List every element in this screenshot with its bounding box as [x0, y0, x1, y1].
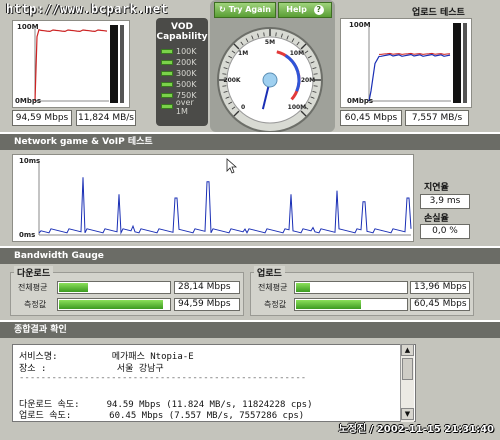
download-mbs-readout: 11,824 MB/s	[76, 110, 136, 126]
gauge-label: 10M	[290, 50, 304, 57]
vod-led	[161, 93, 173, 98]
latency-label: 지연율	[424, 183, 449, 193]
refresh-icon: ↻	[219, 5, 226, 14]
vod-item: 500K	[156, 79, 208, 90]
gauge-tick	[275, 32, 277, 37]
upload-avg-fill	[296, 283, 310, 292]
upload-avg-bar	[294, 281, 408, 294]
vod-title-line2: Capability	[156, 32, 208, 42]
upload-measured-label: 측정값	[264, 300, 287, 309]
gauge-tick	[222, 73, 227, 75]
download-measured-label: 측정값	[24, 300, 47, 309]
result-scrollbar[interactable]: ▲ ▼	[400, 344, 414, 422]
download-level-bar-edge	[120, 25, 124, 103]
gauge-hub	[262, 72, 278, 88]
result-section-header: 종합결과 확인	[0, 322, 500, 338]
download-graph: 100M 0Mbps	[12, 20, 130, 108]
help-icon: ?	[313, 5, 324, 15]
speed-gauge-panel: ↻ Try Again Help ? 0 200K 1M 5M 10M 20M 100M	[210, 0, 335, 132]
vod-led	[161, 71, 173, 76]
upload-avg-value: 13,96 Mbps	[410, 281, 470, 294]
vod-item-label: over 1M	[175, 97, 194, 116]
download-y-bottom: 0Mbps	[15, 97, 42, 105]
gauge-label: 1M	[238, 50, 248, 57]
scroll-down-button[interactable]: ▼	[401, 408, 414, 420]
download-graph-svg	[13, 21, 129, 107]
vod-led	[161, 49, 173, 54]
vod-led	[161, 60, 173, 65]
gauge-tick	[222, 85, 227, 87]
upload-avg-label: 전체평균	[258, 283, 288, 292]
loss-label: 손실율	[424, 214, 449, 224]
gauge-tick	[313, 73, 318, 75]
try-again-button[interactable]: ↻ Try Again	[214, 2, 276, 18]
upload-title: 업로드 테스트	[412, 8, 465, 18]
vod-led	[161, 104, 173, 109]
upload-measured-fill	[296, 300, 362, 309]
bandwidth-section-header: Bandwidth Gauge	[0, 248, 500, 264]
vod-item-label: 100K	[176, 47, 197, 56]
upload-mbs-readout: 7,557 MB/s	[405, 110, 469, 126]
result-text-area[interactable]: 서비스명: 메가패스 Ntopia-E 장소 : 서울 강남구 --------…	[12, 344, 416, 422]
gauge-label: 200K	[223, 77, 241, 84]
gauge-label: 0	[241, 104, 245, 111]
vod-capability-panel: VOD Capability 100K 200K 300K 500K 750K …	[156, 18, 208, 126]
download-measured-value: 94,59 Mbps	[174, 298, 240, 311]
speed-gauge: 0 200K 1M 5M 10M 20M 100M	[217, 27, 323, 132]
timestamp-signature: 노정진 / 2002-11-15 21:31:40	[338, 424, 494, 435]
loss-value: 0,0 %	[420, 224, 470, 239]
network-graph: 10ms 0ms	[12, 154, 414, 242]
vod-item: 200K	[156, 57, 208, 68]
try-again-label: Try Again	[228, 5, 271, 14]
scroll-thumb[interactable]	[402, 358, 413, 380]
gauge-label: 5M	[265, 39, 275, 46]
vod-title-line1: VOD	[171, 22, 193, 32]
result-line: ----------------------------------------…	[19, 373, 307, 383]
vod-led	[161, 82, 173, 87]
download-level-bar	[110, 25, 118, 103]
gauge-label: 100M	[288, 104, 307, 111]
result-line: 업로드 속도: 60.45 Mbps (7.557 MB/s, 7557286 …	[19, 411, 305, 421]
download-avg-label: 전체평균	[18, 283, 48, 292]
bandwidth-download-title: 다운로드	[14, 266, 54, 279]
download-mbps-readout: 94,59 Mbps	[12, 110, 72, 126]
upload-y-top: 100M	[349, 21, 371, 29]
download-avg-fill	[59, 283, 89, 292]
download-y-top: 100M	[17, 23, 39, 31]
vod-item-label: 300K	[176, 69, 197, 78]
help-label: Help	[286, 5, 307, 14]
download-avg-value: 28,14 Mbps	[174, 281, 240, 294]
vod-item: 100K	[156, 46, 208, 57]
vod-list: 100K 200K 300K 500K 750K over 1M	[156, 46, 208, 116]
network-section-header: Network game & VoIP 테스트	[0, 134, 500, 150]
gauge-tick	[313, 85, 318, 87]
vod-item-label: 500K	[176, 80, 197, 89]
network-y-bottom: 0ms	[19, 231, 36, 239]
upload-level-bar	[453, 23, 461, 103]
network-y-top: 10ms	[19, 157, 41, 165]
network-graph-svg	[13, 155, 413, 241]
upload-graph: 100M 0Mbps	[340, 18, 472, 108]
bandwidth-upload-title: 업로드	[254, 266, 285, 279]
upload-measured-bar	[294, 298, 408, 311]
watermark: http://www.bcpark.net	[6, 2, 169, 16]
gauge-tick	[263, 32, 265, 37]
upload-mbps-readout: 60,45 Mbps	[340, 110, 402, 126]
scroll-up-button[interactable]: ▲	[401, 344, 414, 356]
vod-item-label: 200K	[176, 58, 197, 67]
vod-item: 300K	[156, 68, 208, 79]
upload-measured-value: 60,45 Mbps	[410, 298, 470, 311]
download-measured-bar	[57, 298, 171, 311]
vod-item: over 1M	[156, 98, 208, 116]
help-button[interactable]: Help ?	[278, 2, 332, 18]
upload-y-bottom: 0Mbps	[347, 97, 374, 105]
upload-graph-svg	[341, 19, 471, 107]
download-measured-fill	[59, 300, 164, 309]
download-avg-bar	[57, 281, 171, 294]
upload-level-bar-edge	[463, 23, 467, 103]
gauge-label: 20M	[301, 77, 315, 84]
latency-value: 3,9 ms	[420, 194, 470, 209]
